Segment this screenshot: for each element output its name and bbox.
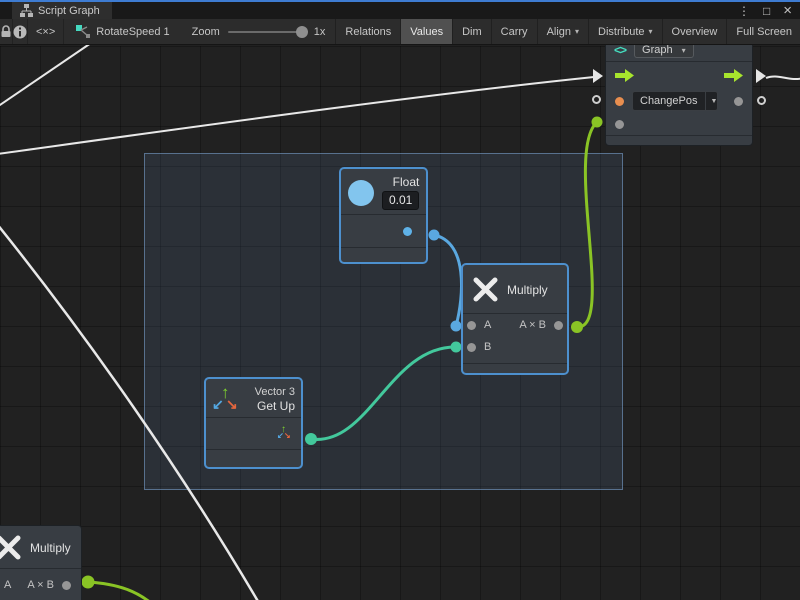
values-button[interactable]: Values	[400, 19, 452, 44]
port-b-icon[interactable]	[467, 343, 476, 352]
relations-button[interactable]: Relations	[335, 19, 400, 44]
toolbar: <×> RotateSpeed 1 Zoom 1x Relations Valu…	[0, 19, 800, 45]
port-b-label: B	[484, 341, 491, 353]
info-button[interactable]	[13, 19, 28, 44]
zoom-slider-handle[interactable]	[296, 26, 308, 38]
node-vector3-getup[interactable]: ↑ ↙ ↘ Vector 3 Get Up ↑ ↙ ↘	[205, 378, 302, 468]
node-footer	[606, 136, 752, 147]
chevron-down-icon: ▼	[705, 92, 719, 110]
code-view-button[interactable]: <×>	[28, 19, 64, 44]
float-value-input[interactable]: 0.01	[382, 191, 419, 210]
breadcrumb[interactable]: RotateSpeed 1	[64, 19, 181, 44]
dim-button[interactable]: Dim	[452, 19, 491, 44]
script-graph-window: <> Graph ▾ ChangePos ▼	[0, 0, 800, 600]
overview-button[interactable]: Overview	[662, 19, 727, 44]
changepos-dropdown[interactable]: ChangePos ▼	[632, 91, 718, 111]
zoom-slider[interactable]	[228, 31, 306, 33]
port-gray-icon[interactable]	[734, 97, 743, 106]
graph-dropdown-label: Graph	[642, 44, 673, 56]
port-a-label: A	[484, 319, 491, 331]
zoom-value: 1x	[314, 26, 326, 38]
full-screen-button[interactable]: Full Screen	[726, 19, 800, 44]
port-out-label: A × B	[519, 319, 546, 331]
window-focus-border	[0, 0, 800, 2]
external-flow-in-triangle[interactable]	[593, 69, 603, 83]
chevron-down-icon: ▾	[649, 27, 653, 36]
code-icon: <>	[614, 43, 626, 57]
node-footer	[463, 364, 567, 373]
port-a-label: A	[4, 579, 11, 591]
port-out-label: A × B	[27, 579, 54, 591]
node-multiply-2[interactable]: Multiply A A × B	[0, 525, 82, 600]
flow-output-arrow-icon[interactable]	[724, 69, 743, 82]
lock-icon	[0, 25, 12, 38]
node-graph[interactable]: <> Graph ▾ ChangePos ▼	[605, 38, 753, 146]
vector3-icon: ↑ ↙ ↘	[213, 385, 241, 413]
lock-button[interactable]	[0, 19, 13, 44]
port-gray-icon[interactable]	[615, 120, 624, 129]
flow-input-arrow-icon[interactable]	[615, 69, 634, 82]
window-controls: ⋮ □ ×	[738, 2, 792, 19]
port-out-icon[interactable]	[62, 581, 71, 590]
carry-button[interactable]: Carry	[491, 19, 537, 44]
external-port-circle[interactable]	[757, 96, 766, 105]
chevron-down-icon: ▾	[575, 27, 579, 36]
float-type-icon	[348, 180, 374, 206]
external-flow-out-triangle[interactable]	[756, 69, 766, 83]
script-graph-asset-icon	[76, 25, 90, 38]
multiply-icon	[472, 276, 499, 303]
node-float[interactable]: Float 0.01	[340, 168, 427, 263]
node-footer	[206, 450, 301, 461]
node-title: Multiply	[507, 283, 548, 297]
close-icon[interactable]: ×	[783, 3, 792, 18]
info-icon	[13, 25, 27, 39]
node-type-label: Vector 3	[255, 386, 295, 398]
chevron-down-icon: ▾	[682, 46, 686, 55]
node-title: Float	[393, 175, 420, 189]
breadcrumb-label: RotateSpeed 1	[96, 26, 169, 38]
external-port-circle[interactable]	[592, 95, 601, 104]
port-out-icon[interactable]	[554, 321, 563, 330]
align-button[interactable]: Align▾	[537, 19, 588, 44]
tab-bar: Script Graph	[0, 2, 800, 19]
port-a-icon[interactable]	[467, 321, 476, 330]
multiply-icon	[0, 534, 22, 561]
port-blue-icon[interactable]	[403, 227, 412, 236]
tab-title: Script Graph	[38, 5, 100, 17]
code-brackets-icon: <×>	[36, 26, 55, 38]
node-title: Get Up	[257, 399, 295, 413]
graph-hierarchy-icon	[20, 4, 33, 17]
distribute-button[interactable]: Distribute▾	[588, 19, 661, 44]
node-multiply[interactable]: Multiply A A × B B	[462, 264, 568, 374]
zoom-label: Zoom	[192, 26, 220, 38]
changepos-dropdown-label: ChangePos	[633, 92, 705, 110]
tab-script-graph[interactable]: Script Graph	[12, 2, 112, 19]
node-title: Multiply	[30, 541, 71, 555]
vector3-port-icon[interactable]: ↑ ↙ ↘	[277, 426, 292, 441]
maximize-icon[interactable]: □	[763, 5, 770, 17]
node-footer	[341, 248, 426, 261]
port-orange-icon[interactable]	[615, 97, 624, 106]
menu-icon[interactable]: ⋮	[738, 5, 750, 17]
